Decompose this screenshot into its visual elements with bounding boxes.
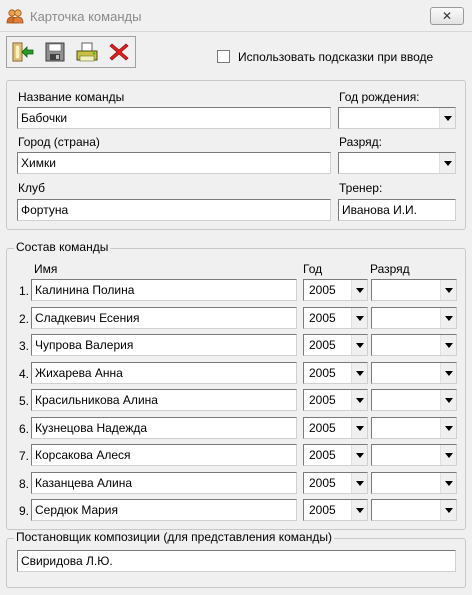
coach-label: Тренер: — [339, 181, 383, 195]
hints-checkbox[interactable] — [217, 50, 230, 63]
member-rank-select[interactable] — [371, 307, 457, 329]
chevron-down-icon[interactable] — [351, 445, 367, 465]
close-icon: ✕ — [441, 9, 453, 23]
chevron-down-icon[interactable] — [440, 308, 456, 328]
delete-icon — [109, 43, 129, 61]
row-number: 1. — [18, 284, 29, 298]
member-rank-select[interactable] — [371, 279, 457, 301]
chevron-down-icon[interactable] — [351, 418, 367, 438]
chevron-down-icon[interactable] — [351, 308, 367, 328]
roster-title: Состав команды — [14, 240, 111, 254]
team-name-label: Название команды — [18, 90, 125, 104]
member-year-value: 2005 — [309, 448, 336, 462]
member-rank-select[interactable] — [371, 334, 457, 356]
chevron-down-icon[interactable] — [440, 335, 456, 355]
row-number: 8. — [18, 477, 29, 491]
member-rank-select[interactable] — [371, 362, 457, 384]
row-number: 9. — [18, 504, 29, 518]
chevron-down-icon[interactable] — [440, 280, 456, 300]
chevron-down-icon[interactable] — [440, 418, 456, 438]
chevron-down-icon[interactable] — [440, 390, 456, 410]
member-year-select[interactable]: 2005 — [303, 307, 368, 329]
exit-button[interactable] — [11, 40, 35, 64]
toolbar — [6, 36, 136, 68]
birth-year-label: Год рождения: — [339, 90, 420, 104]
member-year-select[interactable]: 2005 — [303, 417, 368, 439]
member-rank-select[interactable] — [371, 499, 457, 521]
chevron-down-icon[interactable] — [440, 363, 456, 383]
window-title: Карточка команды — [30, 9, 142, 24]
save-button[interactable] — [43, 40, 67, 64]
row-number: 4. — [18, 367, 29, 381]
floppy-save-icon — [45, 42, 65, 62]
choreographer-title: Постановщик композиции (для представлени… — [14, 530, 334, 544]
close-button[interactable]: ✕ — [430, 7, 464, 25]
member-rank-select[interactable] — [371, 417, 457, 439]
chevron-down-icon[interactable] — [351, 363, 367, 383]
chevron-down-icon[interactable] — [440, 473, 456, 493]
row-number: 6. — [18, 422, 29, 436]
chevron-down-icon[interactable] — [351, 280, 367, 300]
row-number: 5. — [18, 394, 29, 408]
chevron-down-icon[interactable] — [351, 390, 367, 410]
member-name-field[interactable]: Сердюк Мария — [31, 499, 297, 521]
member-year-select[interactable]: 2005 — [303, 472, 368, 494]
member-year-value: 2005 — [309, 366, 336, 380]
member-year-select[interactable]: 2005 — [303, 499, 368, 521]
row-number: 3. — [18, 339, 29, 353]
member-name-field[interactable]: Корсакова Алеся — [31, 444, 297, 466]
row-number: 7. — [18, 449, 29, 463]
club-field[interactable]: Фортуна — [17, 199, 331, 221]
print-icon — [76, 42, 98, 62]
delete-button[interactable] — [107, 40, 131, 64]
member-year-select[interactable]: 2005 — [303, 389, 368, 411]
team-people-icon — [6, 9, 24, 24]
member-year-select[interactable]: 2005 — [303, 334, 368, 356]
member-name-field[interactable]: Чупрова Валерия — [31, 334, 297, 356]
chevron-down-icon[interactable] — [351, 500, 367, 520]
member-rank-select[interactable] — [371, 472, 457, 494]
column-header-rank: Разряд — [370, 262, 410, 276]
chevron-down-icon[interactable] — [440, 445, 456, 465]
chevron-down-icon[interactable] — [440, 500, 456, 520]
city-field[interactable]: Химки — [17, 152, 331, 174]
exit-icon — [12, 42, 34, 62]
member-year-select[interactable]: 2005 — [303, 279, 368, 301]
choreographer-field[interactable]: Свиридова Л.Ю. — [17, 550, 456, 572]
hints-label: Использовать подсказки при вводе — [238, 50, 434, 64]
member-year-value: 2005 — [309, 338, 336, 352]
print-button[interactable] — [75, 40, 99, 64]
club-label: Клуб — [18, 181, 45, 195]
member-rank-select[interactable] — [371, 389, 457, 411]
row-number: 2. — [18, 312, 29, 326]
member-year-value: 2005 — [309, 393, 336, 407]
rank-label: Разряд: — [339, 135, 383, 149]
chevron-down-icon[interactable] — [439, 108, 455, 128]
team-name-field[interactable]: Бабочки — [17, 107, 331, 129]
member-name-field[interactable]: Казанцева Алина — [31, 472, 297, 494]
member-name-field[interactable]: Красильникова Алина — [31, 389, 297, 411]
column-header-name: Имя — [34, 262, 58, 276]
coach-field[interactable]: Иванова И.И. — [338, 199, 456, 221]
member-name-field[interactable]: Сладкевич Есения — [31, 307, 297, 329]
birth-year-select[interactable] — [338, 107, 456, 129]
city-label: Город (страна) — [18, 135, 100, 149]
rank-select[interactable] — [338, 152, 456, 174]
column-header-year: Год — [303, 262, 323, 276]
member-year-select[interactable]: 2005 — [303, 362, 368, 384]
member-year-value: 2005 — [309, 476, 336, 490]
member-name-field[interactable]: Жихарева Анна — [31, 362, 297, 384]
member-year-value: 2005 — [309, 311, 336, 325]
member-name-field[interactable]: Кузнецова Надежда — [31, 417, 297, 439]
title-bar: Карточка команды ✕ — [0, 0, 472, 32]
chevron-down-icon[interactable] — [351, 335, 367, 355]
member-rank-select[interactable] — [371, 444, 457, 466]
chevron-down-icon[interactable] — [439, 153, 455, 173]
member-year-select[interactable]: 2005 — [303, 444, 368, 466]
chevron-down-icon[interactable] — [351, 473, 367, 493]
member-year-value: 2005 — [309, 421, 336, 435]
member-year-value: 2005 — [309, 503, 336, 517]
member-name-field[interactable]: Калинина Полина — [31, 279, 297, 301]
member-year-value: 2005 — [309, 283, 336, 297]
